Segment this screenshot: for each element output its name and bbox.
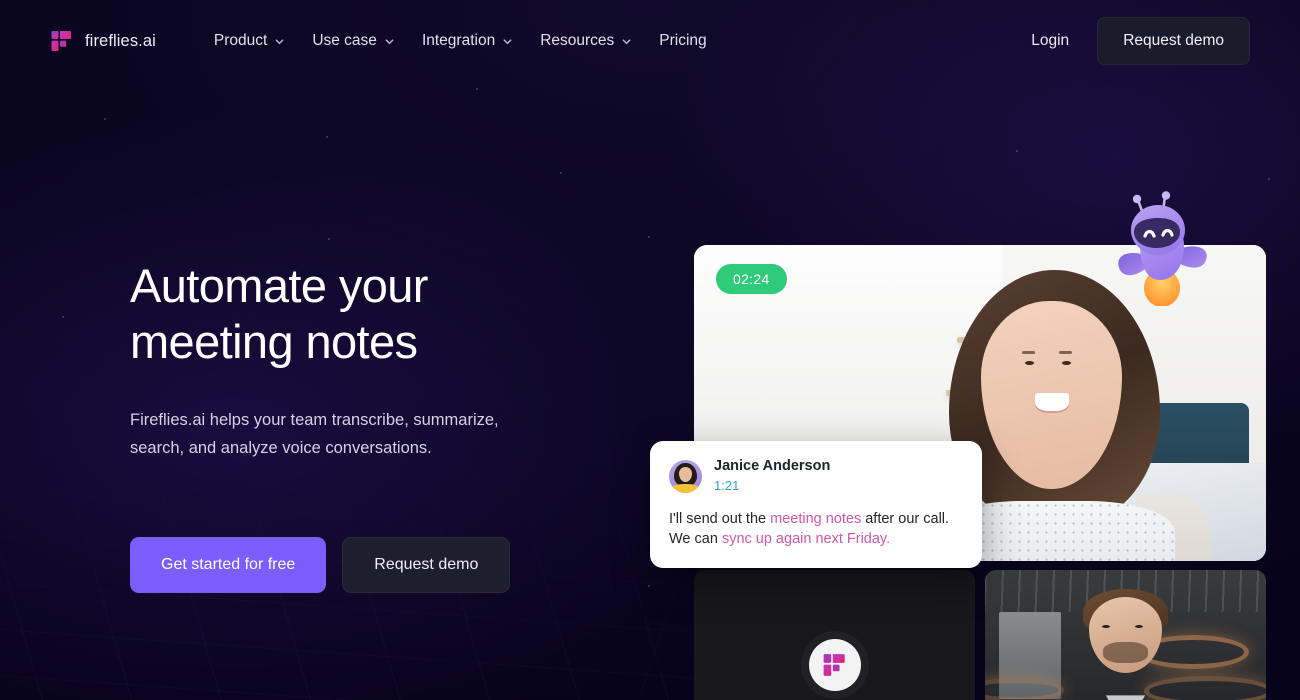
fireflies-logo-icon: [50, 29, 74, 53]
transcript-text: I'll send out the meeting notes after ou…: [669, 509, 963, 549]
hero-subtitle-line2: search, and analyze voice conversations.: [130, 439, 432, 457]
landing-page: fireflies.ai Product Use case Integratio…: [0, 0, 1300, 700]
chevron-down-icon: [503, 38, 512, 44]
transcript-card[interactable]: Janice Anderson 1:21 I'll send out the m…: [650, 441, 982, 568]
recording-timer-badge: 02:24: [716, 264, 787, 294]
request-demo-button-hero[interactable]: Request demo: [342, 537, 511, 593]
transcript-header: Janice Anderson 1:21: [669, 458, 963, 495]
nav-label: Use case: [312, 32, 377, 49]
transcript-line1-pre: I'll send out the: [669, 511, 771, 527]
transcript-line2-pre: We can: [669, 531, 722, 547]
main-navigation: Product Use case Integration Resources P…: [214, 32, 707, 50]
transcript-timestamp[interactable]: 1:21: [714, 477, 830, 495]
video-thumbnail-row: Fireflies.ai Notetaker: [694, 570, 1266, 700]
request-demo-button-header[interactable]: Request demo: [1097, 17, 1250, 65]
video-participant-card-man[interactable]: [985, 570, 1266, 700]
hero-title-line2: meeting notes: [130, 315, 418, 368]
avatar: [669, 460, 702, 493]
brand-logo[interactable]: fireflies.ai: [50, 29, 156, 53]
nav-label: Pricing: [659, 32, 707, 49]
fireflies-mascot-icon: [1110, 188, 1220, 307]
site-header: fireflies.ai Product Use case Integratio…: [0, 0, 1300, 128]
transcript-line1-post: after our call.: [861, 511, 950, 527]
chevron-down-icon: [385, 38, 394, 44]
page-title: Automate your meeting notes: [130, 258, 600, 370]
nav-item-use-case[interactable]: Use case: [312, 32, 395, 50]
nav-item-resources[interactable]: Resources: [540, 32, 632, 50]
brand-name: fireflies.ai: [85, 31, 156, 50]
nav-label: Integration: [421, 32, 496, 49]
header-actions: Login Request demo: [1031, 17, 1250, 65]
notetaker-card[interactable]: Fireflies.ai Notetaker: [694, 570, 975, 700]
chevron-down-icon: [275, 38, 284, 44]
hero-subtitle: Fireflies.ai helps your team transcribe,…: [130, 406, 600, 462]
fireflies-logo-icon: [808, 639, 861, 691]
login-link[interactable]: Login: [1031, 32, 1069, 50]
nav-label: Product: [213, 32, 268, 49]
transcript-link-sync-up[interactable]: sync up again next Friday.: [722, 531, 890, 547]
hero-content: Automate your meeting notes Fireflies.ai…: [130, 258, 600, 593]
get-started-button[interactable]: Get started for free: [130, 537, 327, 593]
chevron-down-icon: [622, 38, 631, 44]
hero-title-line1: Automate your: [130, 259, 428, 312]
transcript-author: Janice Anderson: [714, 458, 831, 474]
hero-subtitle-line1: Fireflies.ai helps your team transcribe,…: [130, 411, 499, 429]
hero-cta-group: Get started for free Request demo: [130, 537, 600, 593]
nav-label: Resources: [540, 32, 615, 49]
nav-item-integration[interactable]: Integration: [422, 32, 513, 50]
transcript-link-meeting-notes[interactable]: meeting notes: [770, 511, 861, 527]
nav-item-pricing[interactable]: Pricing: [659, 32, 706, 50]
nav-item-product[interactable]: Product: [214, 32, 285, 50]
